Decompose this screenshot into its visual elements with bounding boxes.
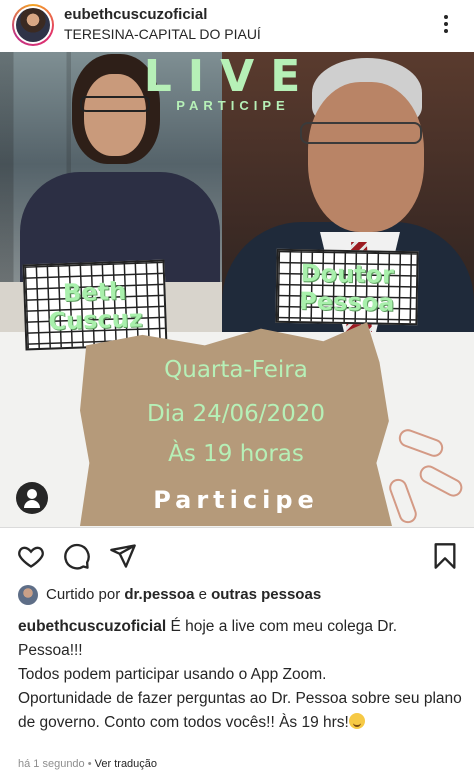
meta-separator: • xyxy=(87,758,92,770)
profile-avatar[interactable] xyxy=(12,4,54,46)
live-title: LIVE xyxy=(143,52,317,102)
event-time: Às 19 horas xyxy=(168,441,304,467)
more-vertical-icon[interactable] xyxy=(440,12,452,38)
action-bar xyxy=(0,527,474,581)
send-icon[interactable] xyxy=(108,542,138,570)
likes-others[interactable]: outras pessoas xyxy=(211,586,321,603)
post-location[interactable]: TERESINA-CAPITAL DO PIAUÍ xyxy=(64,26,261,42)
paperclip-icon xyxy=(416,462,466,500)
avatar-image xyxy=(16,8,50,42)
call-to-action: Participe xyxy=(153,486,319,514)
bookmark-icon[interactable] xyxy=(430,542,460,570)
post-image[interactable]: LIVE PARTICIPE Beth Cuscuz Doutor Pessoa… xyxy=(0,52,474,527)
name-doutor-line2: Pessoa xyxy=(298,287,395,317)
likes-connector: e xyxy=(198,586,207,603)
event-day: Quarta-Feira xyxy=(164,357,308,383)
name-beth-line1: Beth xyxy=(62,276,127,308)
event-date: Dia 24/06/2020 xyxy=(146,401,326,427)
paperclip-icon xyxy=(396,426,446,460)
name-beth-line2: Cuscuz xyxy=(47,304,144,336)
name-tag-doutor: Doutor Pessoa xyxy=(275,248,419,326)
name-doutor-line1: Doutor xyxy=(300,259,395,289)
caption-line3: Oportunidade de fazer perguntas ao Dr. P… xyxy=(18,690,462,731)
post-username[interactable]: eubethcuscuzoficial xyxy=(64,6,207,23)
likes-prefix: Curtido por xyxy=(46,586,121,603)
post-header: eubethcuscuzoficial TERESINA-CAPITAL DO … xyxy=(0,0,474,50)
live-subtitle: PARTICIPE xyxy=(176,98,290,113)
post-caption: eubethcuscuzoficial É hoje a live com me… xyxy=(18,615,464,735)
post-meta: há 1 segundo • Ver tradução xyxy=(18,758,157,770)
wink-emoji-icon xyxy=(348,713,365,729)
post-timestamp: há 1 segundo xyxy=(18,758,85,770)
comment-icon[interactable] xyxy=(62,542,92,570)
liker-avatar xyxy=(18,585,38,606)
heart-icon[interactable] xyxy=(16,542,46,570)
caption-line2: Todos podem participar usando o App Zoom… xyxy=(18,666,327,683)
see-translation-link[interactable]: Ver tradução xyxy=(95,758,157,770)
caption-username[interactable]: eubethcuscuzoficial xyxy=(18,618,166,635)
user-tag-icon[interactable] xyxy=(16,482,48,514)
liker-username[interactable]: dr.pessoa xyxy=(124,586,194,603)
likes-summary[interactable]: Curtido por dr.pessoa e outras pessoas xyxy=(18,584,321,610)
